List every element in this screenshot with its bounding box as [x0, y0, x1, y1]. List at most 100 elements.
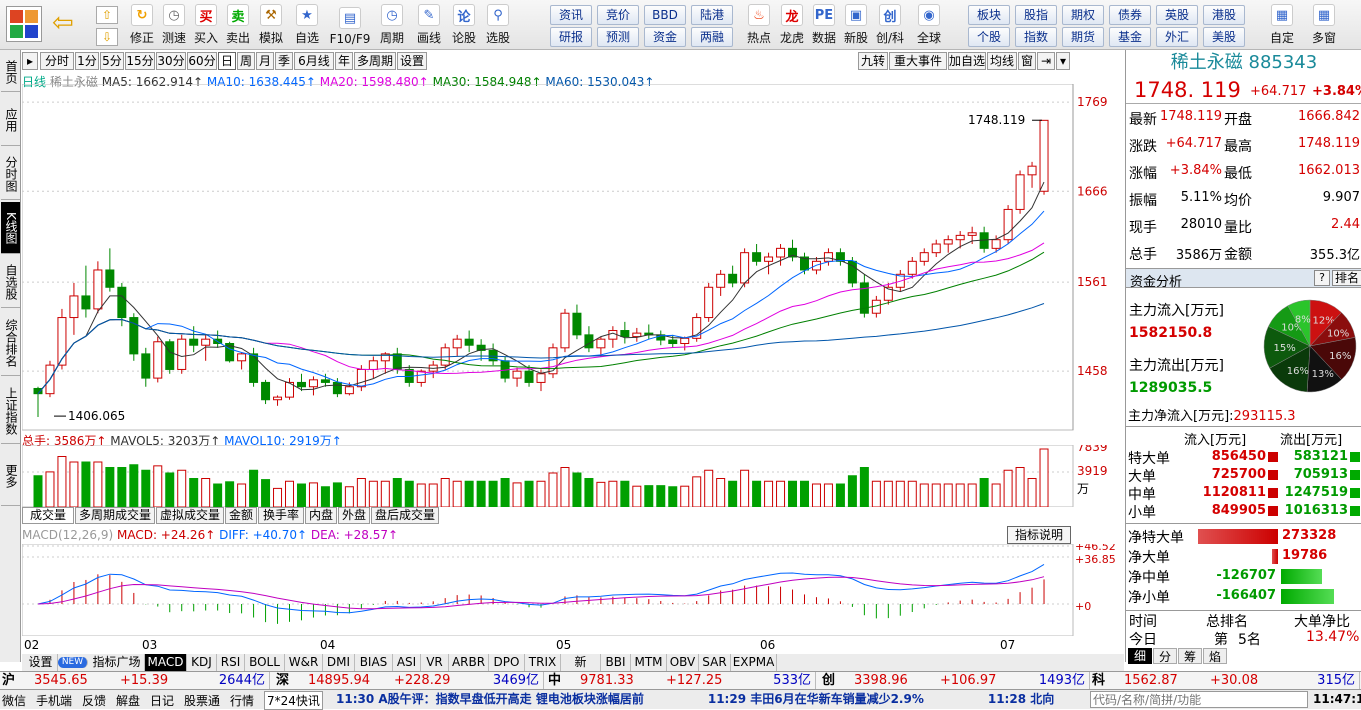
indicator-tab-6[interactable]: BOLL — [245, 654, 285, 671]
left-tab-2[interactable]: 分时图 — [1, 148, 20, 200]
quick-button-5-0[interactable]: 港股 — [1203, 5, 1245, 25]
period-tab-9[interactable]: 季 — [275, 52, 293, 70]
indicator-tab-14[interactable]: TRIX — [525, 654, 561, 671]
dropdown-arrow-icon[interactable]: ▾ — [1056, 52, 1070, 70]
toolbar-globe-button[interactable]: ◉ 全球 — [908, 2, 950, 48]
period-tab-0[interactable]: 分时 — [40, 52, 74, 70]
quick-button-4-1[interactable]: 外汇 — [1156, 27, 1198, 47]
indicator-tab-3[interactable]: MACD — [145, 654, 187, 671]
toolbar-buy-button[interactable]: 买买入 — [190, 2, 222, 48]
status-item-4[interactable]: 日记 — [150, 692, 174, 709]
volume-subtab-0[interactable]: 成交量 — [22, 507, 74, 524]
macd-chart[interactable]: +46.52+36.85 +0 — [22, 544, 1124, 636]
status-item-1[interactable]: 手机端 — [36, 692, 72, 709]
toolbar-chuang-button[interactable]: 创创/科 — [872, 2, 908, 48]
chart-tool-0[interactable]: 九转 — [858, 52, 888, 70]
toolbar-custom-button[interactable]: ▦ 自定 — [1262, 2, 1302, 48]
toolbar-multiwin-button[interactable]: ▦ 多窗 — [1302, 2, 1346, 48]
indicator-tab-8[interactable]: DMI — [323, 654, 355, 671]
index-ticker[interactable]: 深 14895.94 +228.29 3469亿 — [276, 672, 544, 689]
indicator-tab-1[interactable]: NEW — [58, 657, 88, 668]
indicator-tab-13[interactable]: DPO — [489, 654, 525, 671]
indicator-tab-15[interactable]: 新DMA — [561, 654, 601, 686]
status-item-5[interactable]: 股票通 — [184, 692, 220, 709]
quick-button-2-1[interactable]: 期货 — [1062, 27, 1104, 47]
status-item-0[interactable]: 微信 — [2, 692, 26, 709]
search-input[interactable] — [1090, 691, 1308, 708]
toolbar-f10-button[interactable]: ▤ F10/F9 — [326, 2, 374, 48]
left-tab-0[interactable]: 首页 — [1, 52, 20, 92]
quick-button-1-0[interactable]: 竞价 — [597, 5, 639, 25]
rank-button[interactable]: 排名 — [1332, 270, 1361, 286]
quick-button-5-1[interactable]: 美股 — [1203, 27, 1245, 47]
indicator-tab-7[interactable]: W&R — [285, 654, 323, 671]
quick-button-0-0[interactable]: 资讯 — [550, 5, 592, 25]
indicator-tab-10[interactable]: ASI — [393, 654, 421, 671]
period-tab-3[interactable]: 15分 — [125, 52, 155, 70]
index-ticker[interactable]: 沪 3545.65 +15.39 2644亿 — [2, 672, 270, 689]
left-tab-4[interactable]: 自选股 — [1, 256, 20, 308]
indicator-help-button[interactable]: 指标说明 — [1007, 526, 1071, 544]
toolbar-hammer-button[interactable]: ⚒ 模拟 — [254, 2, 288, 48]
quick-button-3-0[interactable]: 陆港 — [691, 5, 733, 25]
volume-subtab-7[interactable]: 盘后成交量 — [371, 507, 439, 524]
quick-button-1-1[interactable]: 指数 — [1015, 27, 1057, 47]
period-tab-1[interactable]: 1分 — [75, 52, 99, 70]
help-button[interactable]: ? — [1314, 270, 1330, 286]
volume-subtab-3[interactable]: 金额 — [225, 507, 257, 524]
indicator-tab-11[interactable]: VR — [421, 654, 449, 671]
volume-subtab-4[interactable]: 换手率 — [258, 507, 304, 524]
quick-button-1-0[interactable]: 股指 — [1015, 5, 1057, 25]
volume-chart[interactable]: 7839 3919 万 — [22, 445, 1124, 507]
back-arrow-icon[interactable]: ⇦ — [52, 10, 82, 36]
period-tab-11[interactable]: 年 — [335, 52, 353, 70]
indicator-tab-9[interactable]: BIAS — [355, 654, 393, 671]
quick-button-3-0[interactable]: 债券 — [1109, 5, 1151, 25]
app-logo[interactable] — [6, 6, 42, 42]
news-ticker[interactable]: 11:30 A股午评：指数早盘低开高走 锂电池板块涨幅居前 11:29 丰田6月在… — [336, 690, 1086, 709]
left-tab-1[interactable]: 应用 — [1, 94, 20, 146]
index-ticker[interactable]: 创 3398.96 +106.97 1493亿 — [822, 672, 1090, 689]
quick-button-2-0[interactable]: 期权 — [1062, 5, 1104, 25]
indicator-tab-17[interactable]: MTM — [631, 654, 667, 671]
detail-tab-0[interactable]: 细 — [1128, 648, 1152, 664]
index-ticker[interactable]: 科 1562.87 +30.08 315亿 — [1092, 672, 1360, 689]
volume-subtab-6[interactable]: 外盘 — [338, 507, 370, 524]
detail-tab-3[interactable]: 焰 — [1203, 648, 1227, 664]
indicator-tab-20[interactable]: EXPMA — [731, 654, 777, 671]
toolbar-speed-button[interactable]: ◷ 测速 — [158, 2, 190, 48]
left-tab-3[interactable]: K线图 — [1, 202, 20, 254]
period-tab-5[interactable]: 60分 — [187, 52, 217, 70]
left-tab-6[interactable]: 上证指数 — [1, 378, 20, 444]
indicator-tab-5[interactable]: RSI — [217, 654, 245, 671]
left-tab-7[interactable]: 更多 — [1, 446, 20, 506]
quick-button-3-1[interactable]: 两融 — [691, 27, 733, 47]
indicator-tab-12[interactable]: ARBR — [449, 654, 489, 671]
period-tab-10[interactable]: 6月线 — [294, 52, 334, 70]
toolbar-refresh-button[interactable]: ↻ 修正 — [126, 2, 158, 48]
collapse-arrow-icon[interactable]: ⇥ — [1037, 52, 1055, 70]
indicator-tab-2[interactable]: 指标广场 — [89, 654, 145, 671]
status-item-2[interactable]: 反馈 — [82, 692, 106, 709]
period-tab-12[interactable]: 多周期 — [354, 52, 396, 70]
volume-subtab-2[interactable]: 虚拟成交量 — [156, 507, 224, 524]
indicator-tab-16[interactable]: BBI — [601, 654, 631, 671]
volume-subtab-5[interactable]: 内盘 — [305, 507, 337, 524]
index-ticker[interactable]: 中 9781.33 +127.25 533亿 — [548, 672, 816, 689]
quick-button-2-0[interactable]: BBD — [644, 5, 686, 25]
quick-button-0-1[interactable]: 个股 — [968, 27, 1010, 47]
volume-subtab-1[interactable]: 多周期成交量 — [75, 507, 155, 524]
period-tab-6[interactable]: 日 — [218, 52, 236, 70]
nav-up-icon[interactable]: ⇧ — [96, 6, 118, 24]
period-prev-icon[interactable]: ▸ — [22, 52, 38, 70]
quick-button-3-1[interactable]: 基金 — [1109, 27, 1151, 47]
status-item-3[interactable]: 解盘 — [116, 692, 140, 709]
detail-tab-1[interactable]: 分 — [1153, 648, 1177, 664]
quick-button-1-1[interactable]: 预测 — [597, 27, 639, 47]
toolbar-draw-button[interactable]: ✎ 画线 — [410, 2, 448, 48]
toolbar-forum-button[interactable]: 论论股 — [448, 2, 480, 48]
period-tab-7[interactable]: 周 — [237, 52, 255, 70]
toolbar-newstock-button[interactable]: ▣ 新股 — [840, 2, 872, 48]
quick-button-0-0[interactable]: 板块 — [968, 5, 1010, 25]
toolbar-screener-button[interactable]: ⚲ 选股 — [480, 2, 516, 48]
